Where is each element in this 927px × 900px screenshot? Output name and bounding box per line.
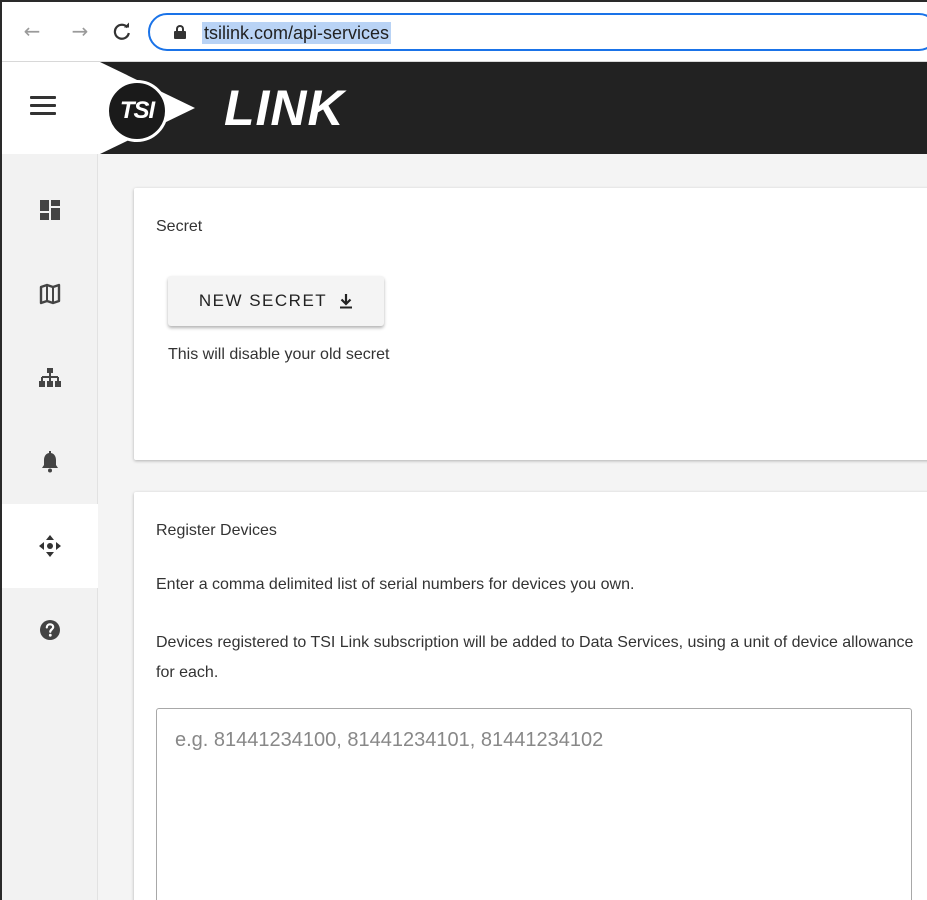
lock-icon (174, 25, 186, 39)
register-card-title: Register Devices (156, 522, 277, 539)
back-button[interactable]: ← (20, 19, 44, 43)
sidebar-item-dashboard[interactable] (2, 168, 98, 252)
map-icon (39, 283, 61, 305)
sidebar (2, 154, 98, 900)
logo-wordmark: LINK (224, 80, 345, 136)
register-devices-card: Register Devices Enter a comma delimited… (134, 492, 927, 900)
secret-warning-text: This will disable your old secret (168, 346, 390, 363)
app-header: TSI LINK (2, 62, 927, 154)
sidebar-item-alerts[interactable] (2, 420, 98, 504)
bell-icon (42, 451, 58, 473)
menu-area (2, 62, 100, 154)
address-bar[interactable]: tsilink.com/api-services (148, 13, 927, 51)
sitemap-icon (39, 368, 61, 387)
serial-numbers-input[interactable] (156, 708, 912, 900)
logo-badge-text: TSI (119, 97, 155, 124)
sidebar-item-hierarchy[interactable] (2, 336, 98, 420)
sidebar-item-api-services[interactable] (2, 504, 98, 588)
sidebar-item-help[interactable] (2, 588, 98, 672)
new-secret-button[interactable]: NEW SECRET (168, 276, 384, 326)
dashboard-icon (40, 200, 60, 220)
main-content: Secret NEW SECRET This will disable your… (98, 154, 927, 900)
sidebar-item-map[interactable] (2, 252, 98, 336)
help-icon (40, 620, 60, 640)
new-secret-label: NEW SECRET (198, 291, 328, 310)
reload-button[interactable] (110, 19, 134, 43)
menu-icon[interactable] (30, 96, 56, 116)
download-icon (340, 294, 353, 309)
forward-button[interactable]: → (68, 19, 92, 43)
url-text[interactable]: tsilink.com/api-services (202, 22, 392, 44)
browser-toolbar: ← → tsilink.com/api-services (2, 2, 927, 62)
secret-card: Secret NEW SECRET This will disable your… (134, 188, 927, 460)
reload-icon (113, 22, 130, 40)
register-instructions: Enter a comma delimited list of serial n… (156, 576, 635, 593)
register-details: Devices registered to TSI Link subscript… (156, 634, 914, 681)
tsi-logo[interactable]: TSI (106, 80, 168, 142)
secret-card-title: Secret (156, 218, 203, 235)
arrows-move-icon (39, 535, 61, 557)
